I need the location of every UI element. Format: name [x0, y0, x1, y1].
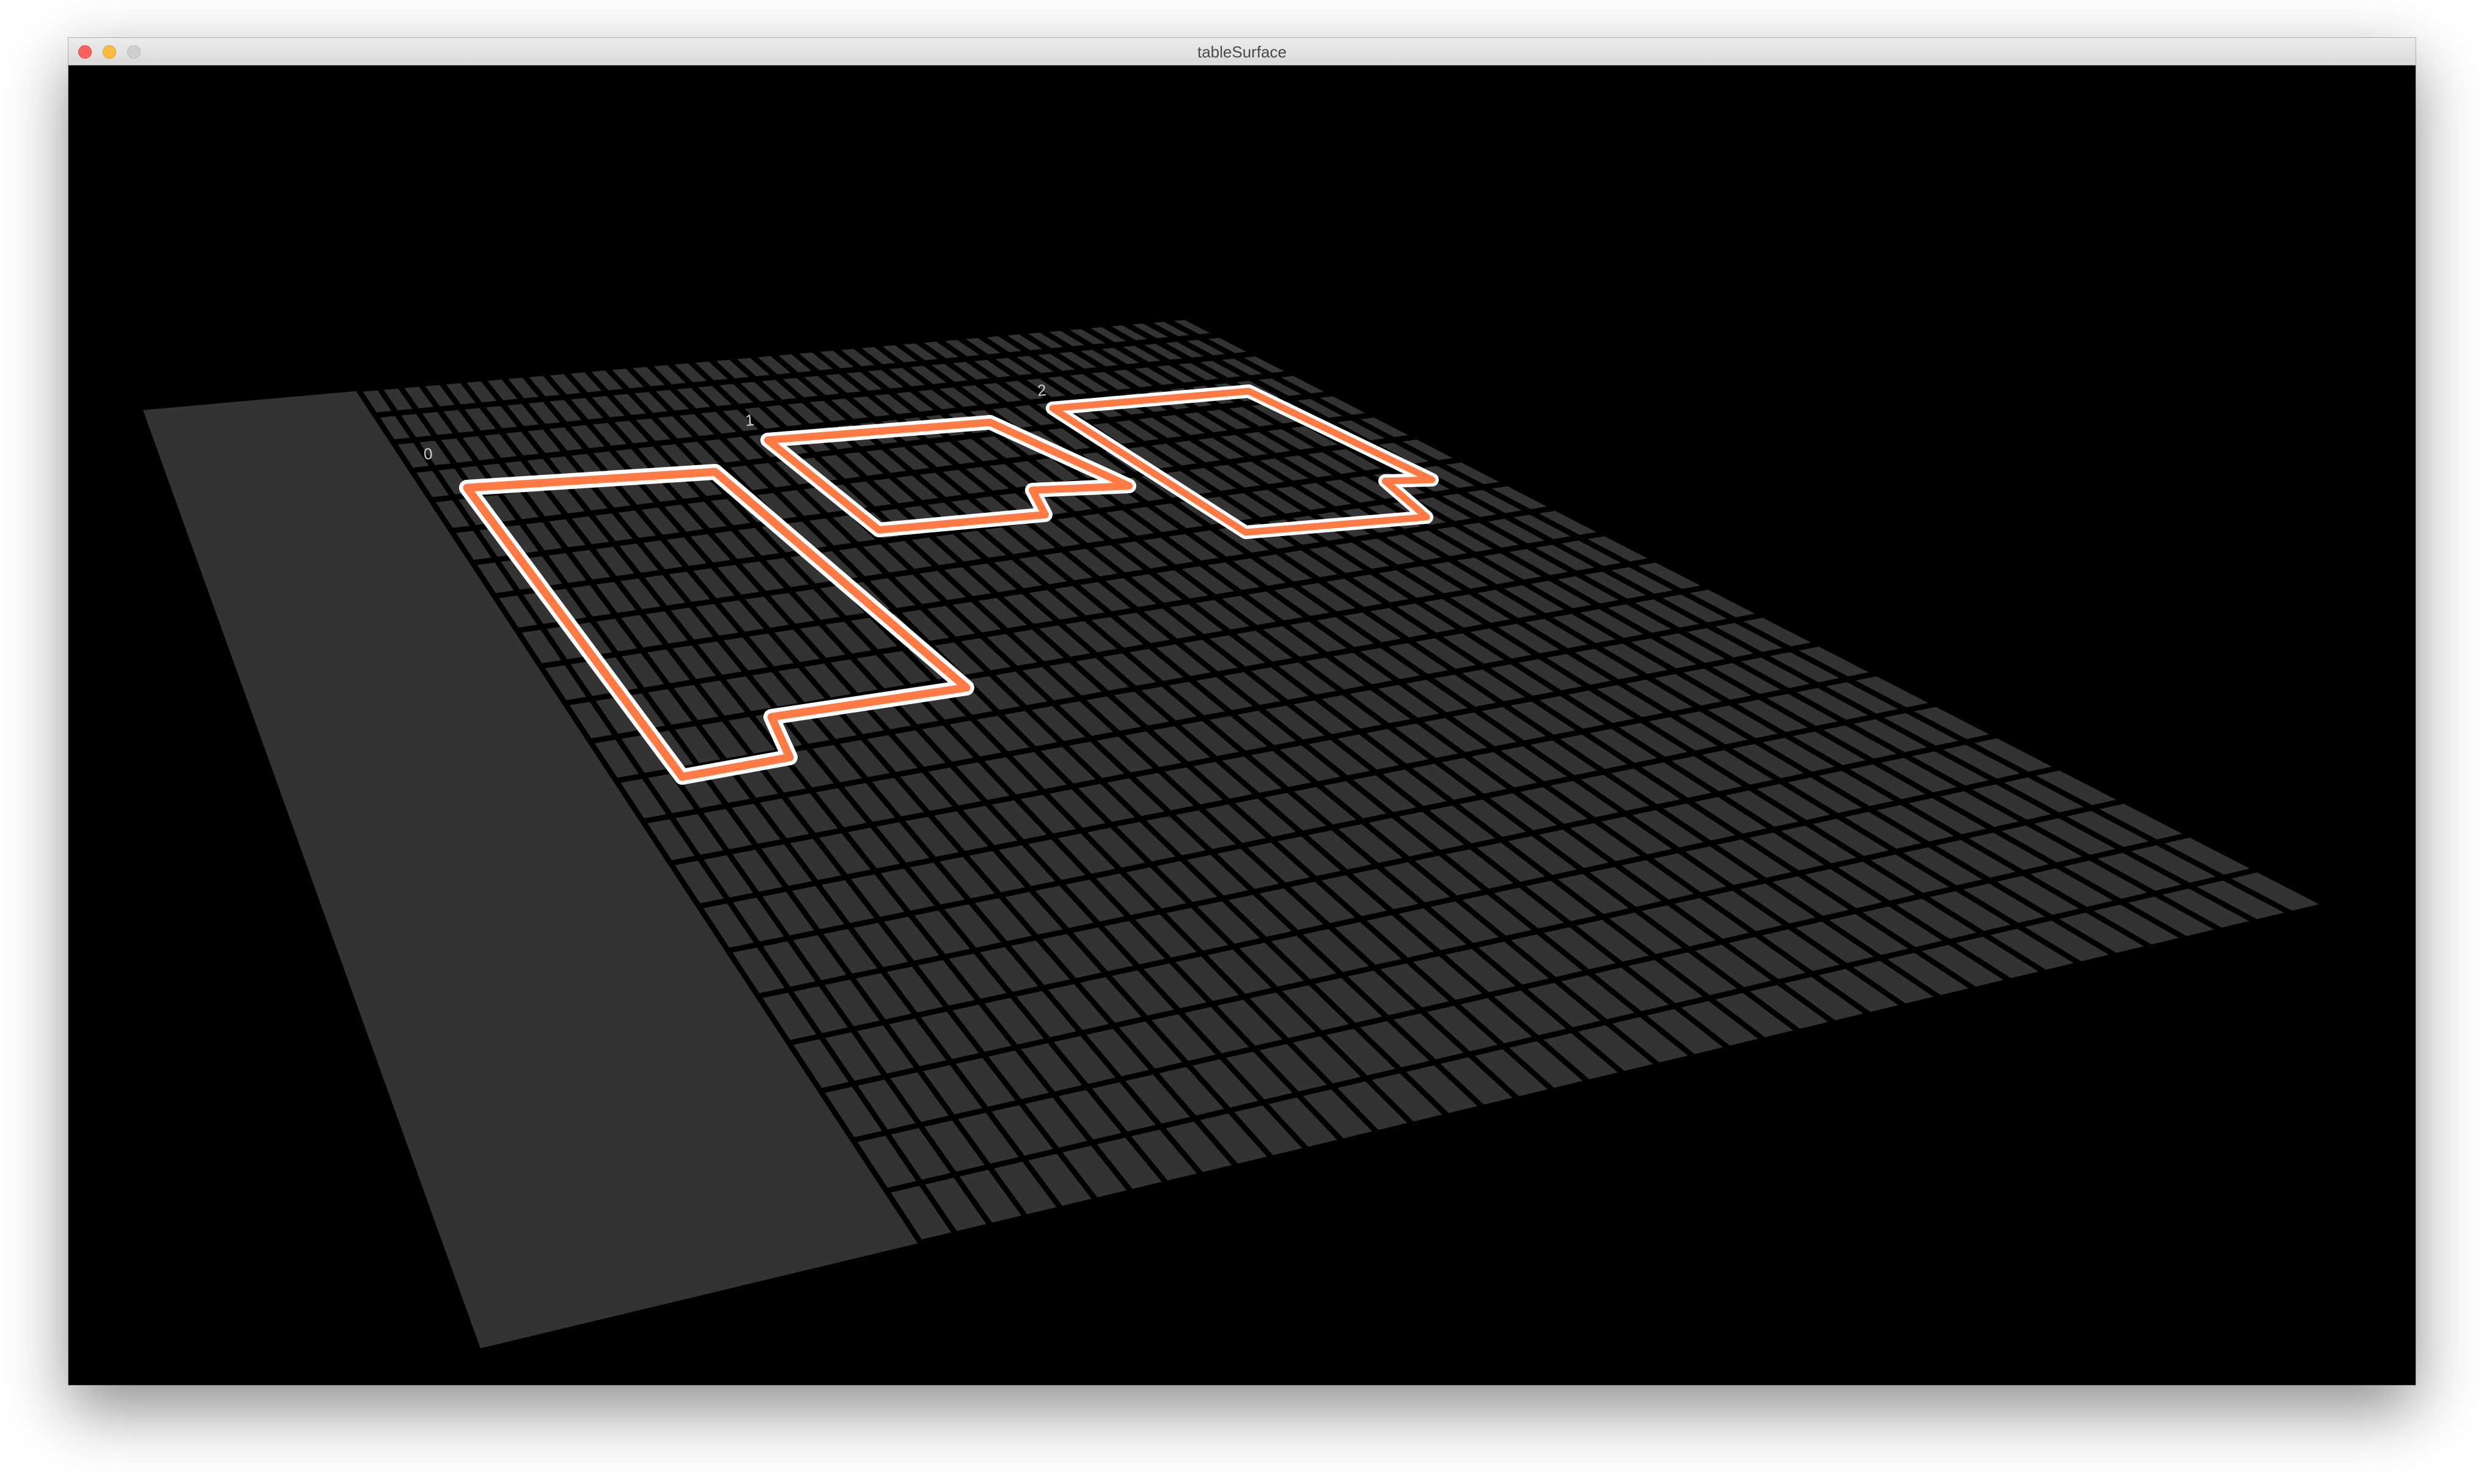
shape-label-1: 1	[744, 411, 755, 430]
title-bar[interactable]: tableSurface	[68, 38, 2416, 65]
shape-label-0: 0	[423, 444, 433, 463]
table-scene: 0 1 2	[143, 314, 2329, 1348]
shape-label-2: 2	[1037, 381, 1047, 400]
3d-viewport[interactable]: 0 1 2	[68, 65, 2416, 1385]
app-window: tableSurface 0 1 2	[68, 38, 2416, 1385]
window-title: tableSurface	[1197, 43, 1287, 61]
